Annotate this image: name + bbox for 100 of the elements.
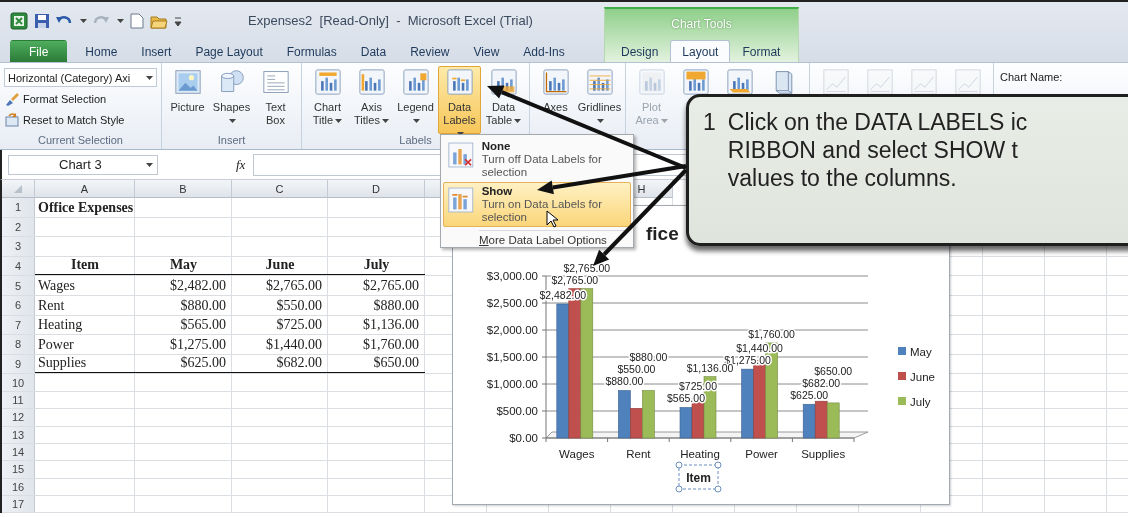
row-number[interactable]: 8 bbox=[2, 335, 35, 354]
axis-label: Supplies bbox=[801, 448, 846, 460]
line-chart-icon bbox=[910, 69, 937, 95]
table-cell-text: $1,440.00 bbox=[265, 335, 323, 354]
column-header[interactable]: D bbox=[328, 180, 425, 198]
callout-text: Click on the DATA LABELS ic RIBBON and select SHOW t values to the columns. bbox=[727, 108, 1028, 193]
bar-chart-icon bbox=[542, 69, 569, 95]
column-header[interactable]: C bbox=[232, 180, 328, 198]
line-chart-icon bbox=[866, 69, 893, 95]
column-header[interactable]: B bbox=[135, 180, 232, 198]
row-number[interactable]: 2 bbox=[2, 217, 35, 237]
bar-chart-icon bbox=[448, 140, 474, 170]
ribbon-tab[interactable]: Layout bbox=[670, 40, 731, 62]
select-all-icon[interactable] bbox=[14, 184, 22, 193]
row-number[interactable]: 15 bbox=[2, 461, 35, 478]
save-icon[interactable] bbox=[34, 12, 50, 29]
new-file-icon[interactable] bbox=[130, 12, 144, 29]
caret-icon bbox=[146, 75, 153, 80]
table-cell-text: $880.00 bbox=[372, 296, 420, 315]
caret-icon bbox=[117, 18, 124, 23]
axis-label: Wages bbox=[559, 448, 595, 460]
bar bbox=[679, 407, 693, 439]
name-box[interactable]: Chart 3 bbox=[8, 154, 158, 175]
row-number[interactable]: 16 bbox=[2, 478, 35, 496]
ribbon-tab[interactable]: Format bbox=[730, 40, 793, 62]
data-label: $550.00 bbox=[617, 363, 656, 376]
bar-chart-icon bbox=[586, 69, 613, 95]
row-number[interactable]: 10 bbox=[2, 374, 35, 391]
row-number[interactable]: 13 bbox=[2, 426, 35, 443]
caret-icon bbox=[413, 119, 420, 124]
table-cell-text: Office Expenses bbox=[37, 198, 135, 217]
row-number[interactable]: 6 bbox=[2, 295, 35, 315]
ribbon-tab[interactable]: Page Layout bbox=[183, 40, 275, 62]
axis-label: $500.00 bbox=[496, 405, 538, 417]
table-cell-text: $725.00 bbox=[275, 316, 323, 335]
axis-label: Heating bbox=[680, 448, 720, 460]
row-number[interactable]: 1 bbox=[2, 198, 35, 217]
shapes-icon bbox=[218, 69, 245, 95]
axis-label: Power bbox=[745, 448, 778, 460]
app-icon[interactable] bbox=[10, 11, 28, 30]
ribbon-button[interactable]: Shapes bbox=[210, 66, 253, 134]
legend-label: June bbox=[910, 371, 935, 383]
bar-chart-icon bbox=[314, 69, 341, 95]
bar-chart-icon bbox=[448, 185, 474, 215]
caret-icon bbox=[514, 119, 522, 124]
ribbon-tab[interactable]: Insert bbox=[129, 40, 184, 62]
table-cell: June bbox=[232, 256, 328, 276]
ribbon-tab[interactable]: Add-Ins bbox=[511, 40, 577, 62]
table-cell: $682.00 bbox=[232, 354, 328, 374]
ribbon-button[interactable]: Text Box bbox=[254, 66, 297, 134]
row-number[interactable]: 11 bbox=[2, 391, 35, 409]
row-number[interactable]: 12 bbox=[2, 409, 35, 426]
ribbon-tab[interactable]: Design bbox=[609, 40, 671, 62]
column-header[interactable]: A bbox=[35, 180, 135, 198]
row-number[interactable]: 14 bbox=[2, 443, 35, 461]
window-title: Expenses2 [Read-Only] - Microsoft Excel (Trial) bbox=[248, 13, 533, 28]
file-tab[interactable]: File bbox=[10, 40, 68, 62]
ribbon-tab[interactable]: Data bbox=[348, 40, 399, 62]
customize-caret-icon[interactable] bbox=[174, 14, 182, 27]
menu-button[interactable]: Reset to Match Style bbox=[4, 111, 157, 129]
row-number[interactable]: 3 bbox=[2, 237, 35, 256]
menu-item[interactable]: None Turn off Data Labels for selection bbox=[443, 137, 631, 182]
ribbon-tab[interactable]: Formulas bbox=[274, 40, 349, 62]
ribbon-button[interactable]: Picture bbox=[166, 66, 209, 134]
bar-chart-icon bbox=[402, 69, 429, 95]
ribbon-button[interactable]: Legend bbox=[394, 66, 437, 134]
row-number[interactable]: 9 bbox=[2, 354, 35, 374]
table-cell: $650.00 bbox=[328, 354, 425, 374]
cursor-icon bbox=[546, 210, 558, 228]
ribbon-tab[interactable]: View bbox=[461, 40, 512, 62]
ribbon-button[interactable]: Axis Titles bbox=[350, 66, 393, 134]
dropdown-field[interactable]: Horizontal (Category) Axi bbox=[4, 68, 157, 87]
line-chart-icon bbox=[954, 69, 981, 95]
data-label: $2,765.00 bbox=[551, 273, 599, 286]
ribbon-button[interactable]: Gridlines bbox=[578, 66, 621, 134]
legend-label: July bbox=[910, 396, 931, 408]
ribbon-button[interactable]: Data Labels bbox=[438, 66, 481, 134]
row-number[interactable]: 4 bbox=[2, 256, 35, 276]
row-number[interactable]: 7 bbox=[2, 315, 35, 335]
reset-icon bbox=[4, 112, 20, 128]
legend-label: May bbox=[910, 346, 932, 358]
axis-label: $1,000.00 bbox=[486, 378, 538, 390]
bar-chart-icon bbox=[638, 69, 665, 95]
function-label[interactable]: fx bbox=[236, 156, 246, 173]
ribbon-tab[interactable]: Home bbox=[73, 40, 130, 62]
ribbon-button[interactable]: Chart Title bbox=[306, 66, 349, 134]
row-number[interactable]: 5 bbox=[2, 276, 35, 295]
caret-icon bbox=[146, 162, 153, 167]
chart-title: fice bbox=[646, 223, 679, 244]
table-cell-text: $565.00 bbox=[179, 316, 227, 335]
table-cell-text: $2,482.00 bbox=[169, 276, 227, 295]
axis-label: $1,500.00 bbox=[486, 351, 538, 363]
bar bbox=[741, 368, 754, 439]
menu-button[interactable]: Format Selection bbox=[4, 90, 157, 108]
table-cell-text: $1,136.00 bbox=[362, 316, 420, 335]
ribbon-tab[interactable]: Review bbox=[398, 40, 462, 62]
menu-item[interactable]: More Data Label Options bbox=[443, 231, 607, 246]
row-number[interactable]: 17 bbox=[2, 496, 35, 513]
caret-icon bbox=[660, 119, 668, 124]
menu-item[interactable]: Show Turn on Data Labels for selection bbox=[443, 182, 631, 227]
